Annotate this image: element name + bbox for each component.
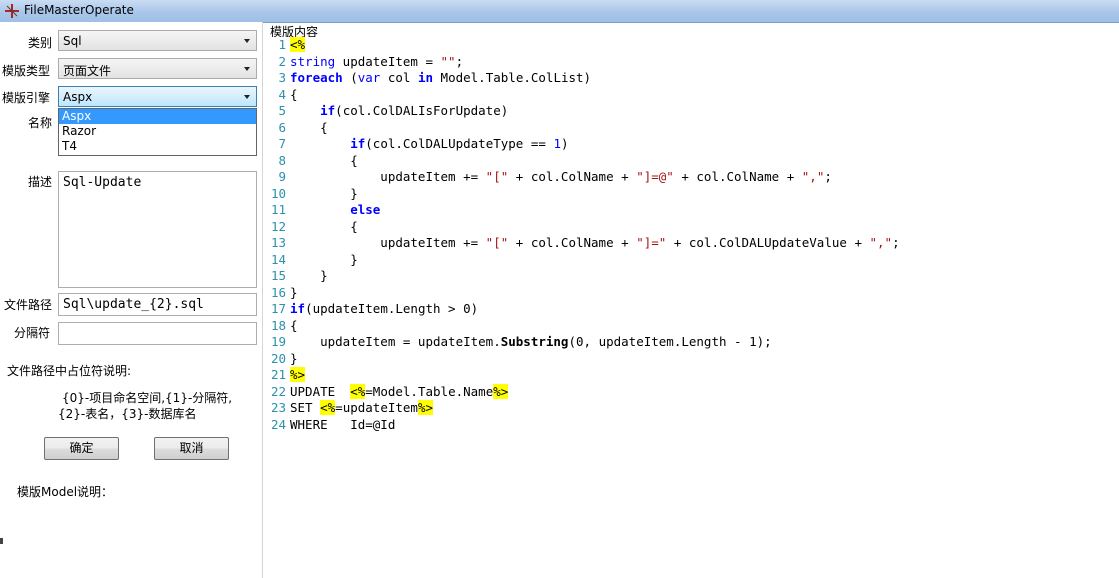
template-type-combo[interactable]: 页面文件 (58, 58, 257, 79)
separator-input[interactable] (58, 322, 257, 345)
line-number: 1 (278, 37, 286, 52)
code-line: updateItem += "[" + col.ColName + "]=@" … (290, 169, 832, 184)
code-line: %> (290, 367, 306, 382)
line-number: 3 (278, 70, 286, 85)
chevron-down-icon (244, 95, 250, 99)
code-line: { (290, 119, 328, 135)
code-editor[interactable]: 1 2 3 4 5 6 7 8 9 10 11 12 13 14 15 16 1… (269, 37, 1119, 578)
placeholder-help-line2: {2}-表名，{3}-数据库名 (58, 407, 197, 421)
description-textarea[interactable]: Sql-Update (58, 171, 257, 288)
line-number: 14 (270, 251, 286, 267)
code-line: UPDATE <%=Model.Table.Name%> (290, 383, 509, 399)
title-bar: FileMasterOperate (0, 0, 1119, 23)
line-number: 24 (270, 416, 286, 432)
code-line: { (290, 317, 298, 333)
code-line: } (290, 251, 358, 267)
resize-grip[interactable] (0, 538, 3, 544)
code-line: if(col.ColDALIsForUpdate) (320, 103, 509, 118)
code-line: } (290, 284, 298, 300)
code-line: WHERE Id=@Id (290, 416, 396, 432)
line-number: 5 (278, 103, 286, 118)
line-number: 9 (278, 169, 286, 184)
app-icon (5, 4, 19, 18)
line-number: 10 (270, 185, 286, 201)
line-number: 22 (270, 383, 286, 399)
template-engine-label: 模版引擎 (2, 91, 51, 105)
line-number: 20 (270, 350, 286, 366)
chevron-down-icon (244, 39, 250, 43)
line-number: 19 (270, 334, 286, 349)
separator-label: 分隔符 (14, 326, 51, 340)
name-label: 名称 (28, 116, 53, 130)
code-line: updateItem = updateItem.Substring(0, upd… (290, 334, 772, 349)
template-engine-value: Aspx (63, 90, 93, 104)
code-line: } (290, 350, 298, 366)
code-line: updateItem += "[" + col.ColName + "]=" +… (290, 235, 900, 250)
line-number: 17 (270, 301, 286, 316)
engine-dropdown-list[interactable]: Aspx Razor T4 (58, 108, 257, 156)
line-number: 18 (270, 317, 286, 333)
code-line: if(updateItem.Length > 0) (290, 301, 479, 316)
filepath-label: 文件路径 (4, 298, 53, 312)
line-number: 15 (270, 268, 286, 283)
line-number: 21 (270, 367, 286, 382)
placeholder-help-line1: {0}-项目命名空间,{1}-分隔符, (62, 391, 233, 405)
code-line: else (350, 202, 381, 217)
code-line: { (290, 218, 358, 234)
line-number: 7 (278, 136, 286, 151)
code-line: string updateItem = ""; (290, 53, 464, 69)
code-line: { (290, 152, 358, 168)
description-label: 描述 (28, 175, 53, 189)
line-number: 11 (270, 202, 286, 217)
line-number: 12 (270, 218, 286, 234)
category-label: 类别 (28, 36, 53, 50)
template-engine-combo[interactable]: Aspx (58, 86, 257, 107)
template-type-label: 模版类型 (2, 64, 51, 78)
code-line: } (290, 185, 358, 201)
line-number: 23 (270, 400, 286, 415)
template-type-value: 页面文件 (63, 64, 112, 78)
category-value: Sql (63, 34, 82, 48)
window-title: FileMasterOperate (24, 3, 134, 17)
model-help-label: 模版Model说明： (17, 485, 114, 499)
code-line: { (290, 86, 298, 102)
placeholder-help-title: 文件路径中占位符说明: (7, 364, 132, 378)
engine-option[interactable]: T4 (59, 139, 256, 154)
line-number: 13 (270, 235, 286, 250)
line-number: 16 (270, 284, 286, 300)
line-number-gutter: 1 2 3 4 5 6 7 8 9 10 11 12 13 14 15 16 1… (269, 37, 289, 578)
panel-divider[interactable] (262, 22, 263, 578)
chevron-down-icon (244, 67, 250, 71)
engine-option[interactable]: Razor (59, 124, 256, 139)
code-line: foreach (var col in Model.Table.ColList) (290, 70, 592, 85)
code-line: if(col.ColDALUpdateType == 1) (350, 136, 569, 151)
line-number: 4 (278, 86, 286, 102)
engine-option[interactable]: Aspx (59, 109, 256, 124)
ok-button[interactable]: 确定 (44, 437, 119, 460)
code-line: SET <%=updateItem%> (290, 400, 434, 415)
filepath-input[interactable]: Sql\update_{2}.sql (58, 293, 257, 316)
category-combo[interactable]: Sql (58, 30, 257, 51)
code-line: <% (290, 37, 306, 52)
cancel-button[interactable]: 取消 (154, 437, 229, 460)
code-content[interactable]: <% string updateItem = ""; foreach (var … (290, 37, 1119, 433)
line-number: 6 (278, 119, 286, 135)
line-number: 8 (278, 152, 286, 168)
code-line: } (290, 268, 328, 283)
line-number: 2 (278, 53, 286, 69)
